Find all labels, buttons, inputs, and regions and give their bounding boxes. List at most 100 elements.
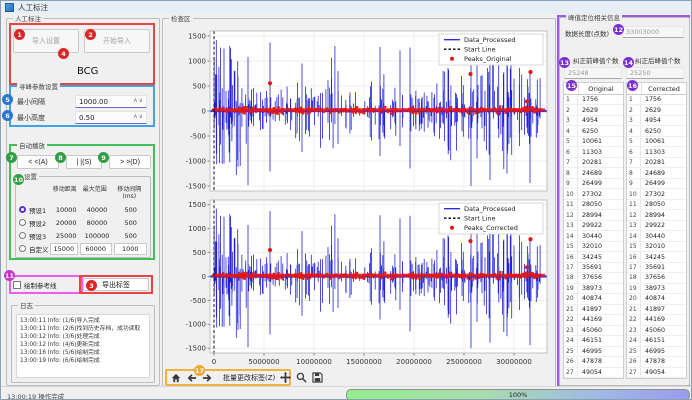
checkbox-icon[interactable] bbox=[13, 281, 21, 289]
min-interval-value: 1000.00 bbox=[79, 98, 108, 106]
reference-line-checkbox[interactable]: 绘制参考线 bbox=[13, 280, 57, 290]
spinner-arrows-icon[interactable]: ∧∨ bbox=[133, 97, 144, 104]
min-interval-input[interactable]: 1000.00 ∧∨ bbox=[75, 95, 147, 108]
table-row[interactable]: 46250 bbox=[627, 126, 686, 136]
min-height-input[interactable]: 0.50 ∧∨ bbox=[75, 111, 147, 124]
preset-value: 10000 bbox=[52, 206, 81, 214]
table-row[interactable]: 1128050 bbox=[627, 200, 686, 210]
table-row[interactable]: 46250 bbox=[564, 126, 623, 136]
peak-value: 1756 bbox=[578, 96, 623, 103]
peak-value: 35691 bbox=[641, 264, 686, 271]
svg-text:-1000: -1000 bbox=[186, 157, 206, 165]
row-index: 3 bbox=[627, 116, 641, 125]
radio-icon[interactable] bbox=[19, 232, 26, 239]
table-row[interactable]: 926499 bbox=[564, 179, 623, 189]
preset-input[interactable]: 1000 bbox=[114, 243, 147, 255]
table-row[interactable]: 611303 bbox=[564, 147, 623, 157]
annotation-badge: 11 bbox=[4, 270, 15, 281]
row-index: 8 bbox=[564, 168, 578, 177]
row-index: 7 bbox=[627, 158, 641, 167]
row-index: 23 bbox=[564, 326, 578, 335]
table-row[interactable]: 2345060 bbox=[627, 326, 686, 336]
table-row[interactable]: 2446151 bbox=[564, 336, 623, 346]
autoplay-pause-button[interactable]: | |(S) bbox=[66, 155, 102, 169]
autoplay-forward-button[interactable]: > >(D) bbox=[109, 155, 151, 169]
table-row[interactable]: 2446151 bbox=[627, 336, 686, 346]
preset-radio[interactable]: 预设1 bbox=[19, 205, 52, 215]
table-row[interactable]: 1938973 bbox=[627, 284, 686, 294]
table-row[interactable]: 34954 bbox=[564, 116, 623, 126]
center-panel-title: 检查区 bbox=[169, 15, 193, 23]
table-row[interactable]: 1735691 bbox=[564, 263, 623, 273]
table-row[interactable]: 926499 bbox=[627, 179, 686, 189]
table-row[interactable]: 2040874 bbox=[564, 294, 623, 304]
table-row[interactable]: 1329922 bbox=[564, 221, 623, 231]
table-row[interactable]: 22629 bbox=[627, 105, 686, 115]
table-row[interactable]: 1228994 bbox=[564, 210, 623, 220]
svg-text:1500: 1500 bbox=[188, 201, 206, 209]
peak-value: 26499 bbox=[641, 180, 686, 187]
table-row[interactable]: 1837656 bbox=[627, 273, 686, 283]
preset-row: 预设11000040000500 bbox=[19, 203, 148, 216]
table-row[interactable]: 611303 bbox=[627, 147, 686, 157]
radio-icon[interactable] bbox=[19, 245, 26, 252]
table-row[interactable]: 1532010 bbox=[627, 242, 686, 252]
table-row[interactable]: 510061 bbox=[627, 137, 686, 147]
table-row[interactable]: 2345060 bbox=[564, 326, 623, 336]
table-row[interactable]: 1128050 bbox=[564, 200, 623, 210]
table-row[interactable]: 2546995 bbox=[627, 347, 686, 357]
signal-chart-bottom[interactable]: 150010005000-500-1000-150005000000100000… bbox=[166, 195, 552, 369]
table-row[interactable]: 1329922 bbox=[627, 221, 686, 231]
table-row[interactable]: 1634245 bbox=[564, 252, 623, 262]
app-window: 人工标注 人工标注 导入设置 开始导入 BCG 寻峰参数设置 最小间隔 1000… bbox=[0, 0, 692, 400]
svg-text:-500: -500 bbox=[190, 297, 206, 305]
preset-radio[interactable]: 预设2 bbox=[19, 218, 52, 228]
spinner-arrows-icon[interactable]: ∧∨ bbox=[133, 113, 144, 120]
annotation-badge: 13 bbox=[559, 57, 570, 68]
table-row[interactable]: 1430440 bbox=[564, 231, 623, 241]
table-row[interactable]: 1634245 bbox=[627, 252, 686, 262]
signal-chart-top[interactable]: 150010005000-500-1000-1500Data_Processed… bbox=[166, 26, 552, 194]
preset-input[interactable]: 60000 bbox=[80, 243, 112, 255]
table-row[interactable]: 2546995 bbox=[564, 347, 623, 357]
table-row[interactable]: 2244169 bbox=[627, 315, 686, 325]
table-row[interactable]: 1837656 bbox=[564, 273, 623, 283]
home-button[interactable] bbox=[171, 371, 181, 384]
radio-icon[interactable] bbox=[19, 219, 26, 226]
table-row[interactable]: 1228994 bbox=[627, 210, 686, 220]
table-row[interactable]: 11756 bbox=[627, 95, 686, 105]
table-row[interactable]: 824689 bbox=[627, 168, 686, 178]
save-button[interactable] bbox=[312, 371, 323, 384]
table-row[interactable]: 1430440 bbox=[627, 231, 686, 241]
table-row[interactable]: 1735691 bbox=[627, 263, 686, 273]
table-row[interactable]: 720281 bbox=[564, 158, 623, 168]
table-row[interactable]: 11756 bbox=[564, 95, 623, 105]
table-row[interactable]: 2647878 bbox=[627, 357, 686, 367]
table-row[interactable]: 2141897 bbox=[627, 305, 686, 315]
table-row[interactable]: 1027302 bbox=[627, 189, 686, 199]
table-row[interactable]: 2749054 bbox=[627, 368, 686, 378]
table-row[interactable]: 1027302 bbox=[564, 189, 623, 199]
table-row[interactable]: 22629 bbox=[564, 105, 623, 115]
autoplay-back-button[interactable]: < <(A) bbox=[17, 155, 59, 169]
batch-edit-labels-button[interactable]: 批量更改标签(Z) bbox=[223, 373, 275, 383]
radio-icon[interactable] bbox=[19, 206, 26, 213]
table-row[interactable]: 720281 bbox=[627, 158, 686, 168]
peak-value: 27302 bbox=[578, 191, 623, 198]
zoom-button[interactable] bbox=[296, 371, 307, 384]
preset-radio[interactable]: 自定义 bbox=[19, 244, 49, 254]
table-row[interactable]: 1532010 bbox=[564, 242, 623, 252]
table-row[interactable]: 2244169 bbox=[564, 315, 623, 325]
preset-radio[interactable]: 预设3 bbox=[19, 231, 52, 241]
table-row[interactable]: 2647878 bbox=[564, 357, 623, 367]
table-row[interactable]: 510061 bbox=[564, 137, 623, 147]
table-row[interactable]: 2040874 bbox=[627, 294, 686, 304]
table-row[interactable]: 824689 bbox=[564, 168, 623, 178]
pan-button[interactable] bbox=[280, 371, 291, 384]
table-row[interactable]: 2141897 bbox=[564, 305, 623, 315]
row-index: 26 bbox=[627, 357, 641, 366]
table-row[interactable]: 2749054 bbox=[564, 368, 623, 378]
table-row[interactable]: 1938973 bbox=[564, 284, 623, 294]
preset-input[interactable]: 15000 bbox=[50, 243, 78, 255]
table-row[interactable]: 34954 bbox=[627, 116, 686, 126]
